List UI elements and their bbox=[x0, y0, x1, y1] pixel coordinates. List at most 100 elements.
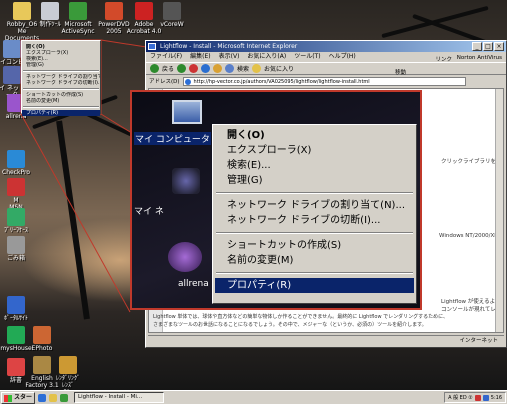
menubar-item[interactable]: ツール(T) bbox=[294, 52, 320, 62]
menu-item[interactable]: ネットワーク ドライブの割り当て(N)... bbox=[213, 198, 416, 213]
renderer-icon bbox=[59, 356, 77, 374]
start-button[interactable]: スタート bbox=[1, 391, 35, 404]
network-icon bbox=[3, 66, 21, 84]
menu-item[interactable]: プロパティ(R) bbox=[215, 278, 414, 293]
menu-item[interactable]: 名前の変更(M) bbox=[213, 253, 416, 268]
context-menu: 開く(O) エクスプローラ(X) 検索(E)... 管理(G) ネットワーク ドライブの… bbox=[212, 124, 417, 304]
desktop-quicklaunch-icon[interactable] bbox=[49, 393, 57, 402]
desktop-icon-mybrief[interactable]: ﾌﾞﾘｰﾌｹｰｽ bbox=[0, 208, 36, 234]
small-context-menu: 開く(O) エクスプローラ(X) 検索(E)... 管理(G) ネットワーク ドライブの… bbox=[21, 40, 101, 116]
bookmark-icon bbox=[7, 296, 25, 314]
menu-item[interactable]: ネットワーク ドライブの切断(I)... bbox=[213, 213, 416, 228]
menubar-item[interactable]: ファイル(F) bbox=[150, 52, 182, 62]
allrena-icon[interactable] bbox=[168, 242, 202, 272]
mycomputer-icon bbox=[3, 40, 21, 58]
taskbar-window-button[interactable]: Lightflow - Install - Mi... bbox=[74, 392, 164, 403]
desktop-icon-label: vCoreW bbox=[160, 21, 184, 28]
back-icon[interactable] bbox=[150, 64, 159, 73]
menubar-item[interactable]: 表示(V) bbox=[219, 52, 240, 62]
menubar-item[interactable]: ヘルプ(H) bbox=[329, 52, 356, 62]
my-computer-label: マイ コンピュータ bbox=[134, 132, 211, 145]
browser-titlebar[interactable]: Lightflow - Install - Microsoft Internet… bbox=[146, 41, 506, 52]
desktop-icon-label: CheckPro bbox=[2, 169, 30, 176]
menu-item[interactable]: 検索(E)... bbox=[213, 158, 416, 173]
desktop-icon-label: ﾌﾞﾘｰﾌｹｰｽ bbox=[3, 227, 28, 234]
desktop-icon-label: EPhoto bbox=[31, 345, 53, 352]
windows-flag-icon bbox=[4, 394, 12, 402]
fileA-icon bbox=[41, 2, 59, 20]
home-icon[interactable] bbox=[213, 64, 223, 73]
mybrief-icon bbox=[7, 208, 25, 226]
antivirus-tray-icon[interactable] bbox=[474, 394, 481, 401]
status-zone: インターネット bbox=[459, 338, 498, 344]
activesync-icon bbox=[69, 2, 87, 20]
acrobat-icon bbox=[135, 2, 153, 20]
ephoto-icon bbox=[33, 326, 51, 344]
address-bar: アドレス(D) http://hp-vector.co.jp/authors/V… bbox=[146, 70, 506, 87]
vertical-scrollbar[interactable] bbox=[495, 89, 503, 332]
desktop-icon-recycle[interactable]: ごみ箱 bbox=[0, 236, 36, 262]
ie-quicklaunch-icon[interactable] bbox=[38, 393, 46, 402]
stop-icon[interactable] bbox=[189, 64, 199, 73]
content-text: さまざまなツールのお世話になることになるでしょう。その中で、メジャーな（というか… bbox=[153, 322, 427, 328]
desktop-icon-activesync[interactable]: Microsoft ActiveSync bbox=[58, 2, 98, 35]
mydocs-icon bbox=[13, 2, 31, 20]
maximize-button[interactable]: □ bbox=[483, 42, 493, 51]
network-tray-icon[interactable] bbox=[482, 394, 489, 401]
page-icon bbox=[184, 78, 191, 85]
menubar-item[interactable]: お気に入り(A) bbox=[247, 52, 286, 62]
search-icon[interactable] bbox=[225, 64, 235, 73]
favorites-label[interactable]: お気に入り bbox=[264, 64, 294, 73]
go-button[interactable]: 移動 bbox=[395, 68, 406, 76]
network-icon[interactable] bbox=[172, 168, 200, 194]
close-button[interactable]: × bbox=[494, 42, 504, 51]
desktop-icon-label: Microsoft ActiveSync bbox=[61, 21, 95, 35]
address-input[interactable]: http://hp-vector.co.jp/authors/VA025095/… bbox=[182, 76, 466, 86]
content-text: Lightflow 単体では、球体や直方体などの簡単な物体しか作ることができませ… bbox=[153, 314, 449, 320]
system-tray: A 般 ED ② 5:16 bbox=[444, 392, 506, 403]
search-label[interactable]: 検索 bbox=[237, 64, 249, 73]
menu-separator bbox=[23, 88, 99, 90]
back-label[interactable]: 戻る bbox=[162, 64, 174, 73]
desktop-icon-label: ﾚﾝﾀﾞﾘﾝｸﾞ ﾚﾝｽﾞ ﾌﾘｰ bbox=[55, 375, 80, 390]
taskbar: スタート Lightflow - Install - Mi... A 般 ED … bbox=[0, 390, 507, 404]
menu-item[interactable]: ショートカットの作成(S) bbox=[213, 238, 416, 253]
refresh-icon[interactable] bbox=[201, 64, 211, 73]
favorites-icon[interactable] bbox=[252, 64, 262, 73]
menu-item[interactable]: 名前の変更(M) bbox=[22, 98, 100, 104]
browser-toolbar: 戻る 検索 お気に入り bbox=[146, 62, 506, 75]
menu-separator bbox=[216, 232, 413, 234]
desktop-icon-vcore[interactable]: vCoreW bbox=[152, 2, 192, 28]
menu-item[interactable]: エクスプローラ(X) bbox=[213, 143, 416, 158]
status-bar: インターネット bbox=[148, 335, 504, 345]
menu-separator bbox=[216, 192, 413, 194]
norton-label[interactable]: Norton AntiVirus bbox=[457, 55, 502, 61]
desktop-icon-checkpro[interactable]: CheckPro bbox=[0, 150, 36, 176]
ime-indicator[interactable]: A 般 ED ② bbox=[448, 394, 473, 401]
browser-menubar: ファイル(F) 編集(E) 表示(V) お気に入り(A) ツール(T) ヘルプ(H) bbox=[146, 52, 506, 62]
desktop-icon-label: ごみ箱 bbox=[6, 255, 25, 262]
my-computer-icon[interactable] bbox=[172, 100, 202, 124]
desktop-icon-label: ﾎﾟｰﾀﾙｻｲﾄ bbox=[3, 315, 28, 322]
menu-item[interactable]: 開く(O) bbox=[213, 128, 416, 143]
links-label[interactable]: リンク bbox=[435, 55, 452, 63]
menu-item[interactable]: 管理(G) bbox=[213, 173, 416, 188]
desktop-icon-renderer[interactable]: ﾚﾝﾀﾞﾘﾝｸﾞ ﾚﾝｽﾞ ﾌﾘｰ bbox=[48, 356, 88, 390]
desktop-icon-bookmark[interactable]: ﾎﾟｰﾀﾙｻｲﾄ bbox=[0, 296, 36, 322]
menu-item[interactable]: 管理(G) bbox=[22, 62, 100, 68]
recycle-icon bbox=[7, 236, 25, 254]
menu-item[interactable]: ネットワーク ドライブの切断(I)... bbox=[22, 80, 100, 86]
checkpro-icon bbox=[7, 150, 25, 168]
desktop-icon-msn[interactable]: M MSN bbox=[0, 178, 36, 211]
desktop-icon-ephoto[interactable]: EPhoto bbox=[22, 326, 62, 352]
outlook-quicklaunch-icon[interactable] bbox=[60, 393, 68, 402]
minimize-button[interactable]: _ bbox=[472, 42, 482, 51]
browser-title: Lightflow - Install - Microsoft Internet… bbox=[160, 43, 298, 50]
forward-icon[interactable] bbox=[177, 64, 187, 73]
address-label: アドレス(D) bbox=[149, 79, 180, 85]
menu-item[interactable]: プロパティ(R) bbox=[22, 110, 100, 116]
menubar-item[interactable]: 編集(E) bbox=[190, 52, 210, 62]
allrena-label: allrena bbox=[178, 279, 209, 289]
clock: 5:16 bbox=[490, 394, 502, 401]
menu-separator bbox=[216, 272, 413, 274]
